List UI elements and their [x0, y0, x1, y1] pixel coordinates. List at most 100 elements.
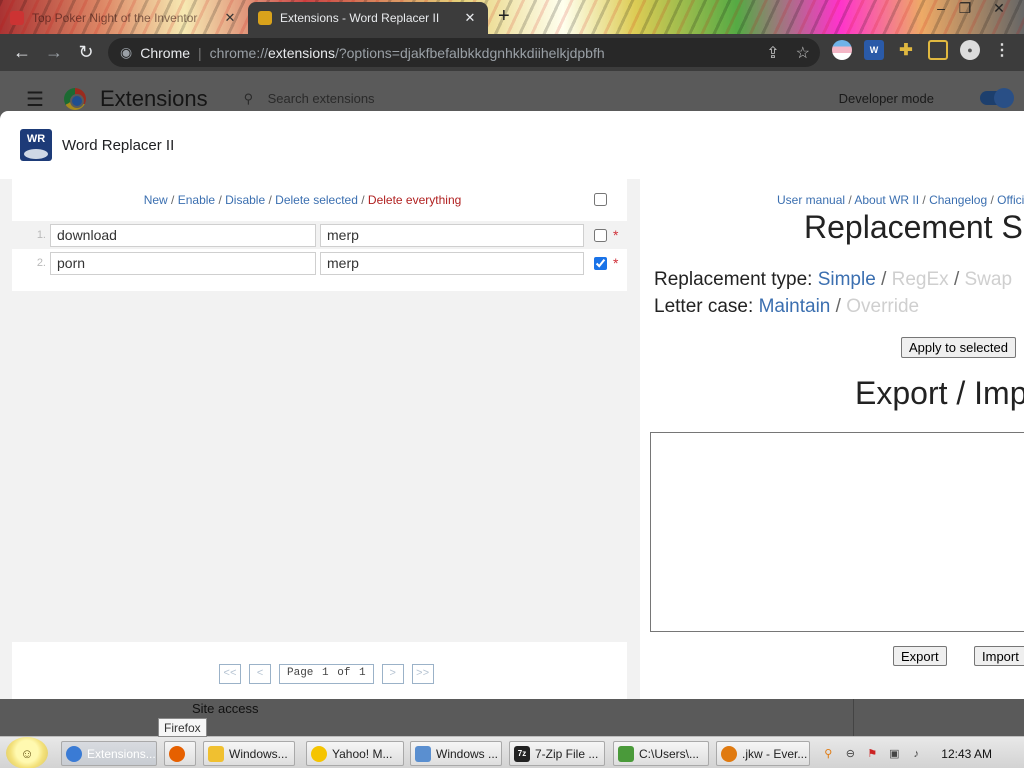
taskbar-item-windows-live[interactable]: Windows... — [203, 741, 295, 766]
regex-option[interactable]: RegEx — [892, 269, 949, 290]
flag-tray-icon[interactable]: ⚑ — [865, 747, 879, 761]
maintain-option[interactable]: Maintain — [759, 296, 831, 317]
rule-index: 2. — [36, 257, 46, 269]
yahoo-messenger-icon — [311, 745, 327, 762]
last-page-button[interactable]: >> — [411, 664, 434, 684]
taskbar-item-label: 7-Zip File ... — [535, 746, 599, 761]
disable-link[interactable]: Disable — [225, 193, 265, 207]
rule-actions: New / Enable / Disable / Delete selected… — [12, 193, 627, 207]
taskbar-item-extensions[interactable]: Extensions... — [61, 741, 157, 766]
volume-tray-icon[interactable]: ♪ — [909, 747, 923, 761]
taskbar-item-label: .jkw - Ever... — [742, 746, 808, 761]
delete-everything-link[interactable]: Delete everything — [368, 193, 461, 207]
taskbar-item-explorer[interactable]: C:\Users\... — [613, 741, 709, 766]
omnibox-separator: | — [198, 44, 202, 61]
dialog-body: New / Enable / Disable / Delete selected… — [0, 179, 1024, 699]
developer-mode-label: Developer mode — [838, 91, 934, 106]
taskbar-item-7zip[interactable]: 7z 7-Zip File ... — [509, 741, 605, 766]
select-all-checkbox[interactable] — [594, 193, 607, 206]
replace-field[interactable] — [320, 251, 584, 275]
share-icon[interactable]: ⇪ — [766, 43, 779, 63]
option-separator: / — [953, 269, 960, 290]
profile-avatar-icon[interactable]: ● — [960, 40, 980, 60]
search-extensions-input[interactable]: ⚲ Search extensions — [244, 91, 375, 107]
override-option[interactable]: Override — [846, 296, 919, 317]
settings-panel: User manual / About WR II / Changelog / … — [640, 179, 1024, 699]
changelog-link[interactable]: Changelog — [929, 193, 987, 207]
first-page-button[interactable]: << — [219, 664, 241, 684]
taskbar-item-windows[interactable]: Windows ... — [410, 741, 502, 766]
apply-to-selected-button[interactable]: Apply to selected — [901, 337, 1017, 358]
address-bar[interactable]: ◉ Chrome | chrome:// extensions /?option… — [108, 38, 820, 67]
extensions-puzzle-icon[interactable]: ✚ — [896, 40, 916, 60]
bookmark-star-icon[interactable]: ☆ — [796, 43, 810, 63]
rule-select-checkbox[interactable] — [594, 256, 607, 270]
taskbar-item-label: Windows... — [229, 746, 288, 761]
taskbar-item-yahoo-messenger[interactable]: Yahoo! M... — [306, 741, 404, 766]
system-tray: ⚲ ⊖ ⚑ ▣ ♪ 12:43 AM — [821, 740, 1024, 767]
find-field[interactable] — [50, 223, 316, 247]
link-separator: / — [919, 193, 930, 207]
start-button[interactable]: ☺ — [6, 737, 48, 768]
option-separator: / — [881, 269, 887, 290]
tab-title: Top Poker Night of the Inventor — [32, 11, 198, 25]
rule-row: 2. * — [12, 249, 627, 277]
close-window-button[interactable]: ✕ — [984, 0, 1014, 16]
user-manual-link[interactable]: User manual — [777, 193, 845, 207]
taskbar-item-everything[interactable]: .jkw - Ever... — [716, 741, 810, 766]
delete-selected-link[interactable]: Delete selected — [275, 193, 358, 207]
puzzle-piece-icon — [258, 11, 272, 25]
tab-close-icon[interactable]: ✕ — [462, 10, 478, 26]
side-panel-icon[interactable] — [928, 40, 948, 60]
swap-option[interactable]: Swap — [965, 269, 1013, 290]
action-separator: / — [215, 193, 226, 207]
action-separator: / — [357, 193, 368, 207]
next-page-button[interactable]: > — [381, 664, 404, 684]
taskbar-item-firefox[interactable] — [164, 741, 196, 766]
back-arrow-icon[interactable]: ← — [6, 42, 38, 63]
word-replacer-extension-icon[interactable]: W — [864, 40, 884, 60]
tab-inactive[interactable]: Top Poker Night of the Inventor ✕ — [0, 2, 248, 34]
forward-arrow-icon[interactable]: → — [38, 42, 70, 63]
hamburger-menu-icon[interactable]: ☰ — [26, 87, 54, 112]
word-replacer-logo: WR — [20, 129, 52, 161]
prev-page-button[interactable]: < — [249, 664, 271, 684]
new-tab-button[interactable]: + — [498, 5, 510, 28]
flag-extension-icon[interactable] — [832, 40, 852, 60]
network-tray-icon[interactable]: ▣ — [887, 747, 901, 761]
total-pages: 1 — [359, 667, 366, 679]
simple-option[interactable]: Simple — [818, 269, 876, 290]
url-scheme: chrome:// — [209, 44, 269, 61]
official-link[interactable]: Offici — [997, 193, 1024, 207]
import-button[interactable]: Import — [974, 646, 1024, 666]
search-tray-icon[interactable]: ⚲ — [821, 747, 835, 761]
rule-select-checkbox[interactable] — [594, 228, 607, 242]
about-link[interactable]: About WR II — [854, 193, 919, 207]
pager: << < Page 1 of 1 > >> — [219, 664, 434, 684]
pagination-bar: << < Page 1 of 1 > >> — [12, 642, 627, 699]
replacement-type-row: Replacement type: Simple / RegEx / Swap — [654, 269, 1012, 291]
minus-circle-tray-icon[interactable]: ⊖ — [843, 747, 857, 761]
info-links: User manual / About WR II / Changelog / … — [777, 193, 1024, 207]
replacement-type-label: Replacement type: — [654, 269, 813, 290]
chrome-icon — [66, 745, 82, 762]
link-separator: / — [845, 193, 855, 207]
maximize-button[interactable]: ❐ — [950, 0, 980, 16]
action-separator: / — [167, 193, 178, 207]
window-icon — [415, 745, 431, 762]
tab-active[interactable]: Extensions - Word Replacer II ✕ — [248, 2, 488, 34]
taskbar-tooltip: Firefox — [158, 718, 207, 737]
new-rule-link[interactable]: New — [144, 193, 168, 207]
replace-field[interactable] — [320, 223, 584, 247]
export-button[interactable]: Export — [893, 646, 947, 666]
developer-mode-toggle[interactable] — [980, 88, 1014, 108]
tab-title: Extensions - Word Replacer II — [280, 11, 440, 25]
enable-link[interactable]: Enable — [178, 193, 215, 207]
reload-icon[interactable]: ↻ — [70, 42, 102, 63]
firefox-icon — [169, 745, 185, 762]
menu-kebab-icon[interactable]: ⋮ — [992, 40, 1012, 60]
find-field[interactable] — [50, 251, 316, 275]
tab-close-icon[interactable]: ✕ — [222, 10, 238, 26]
export-import-textarea[interactable] — [650, 432, 1024, 632]
taskbar-item-label: Windows ... — [436, 746, 499, 761]
